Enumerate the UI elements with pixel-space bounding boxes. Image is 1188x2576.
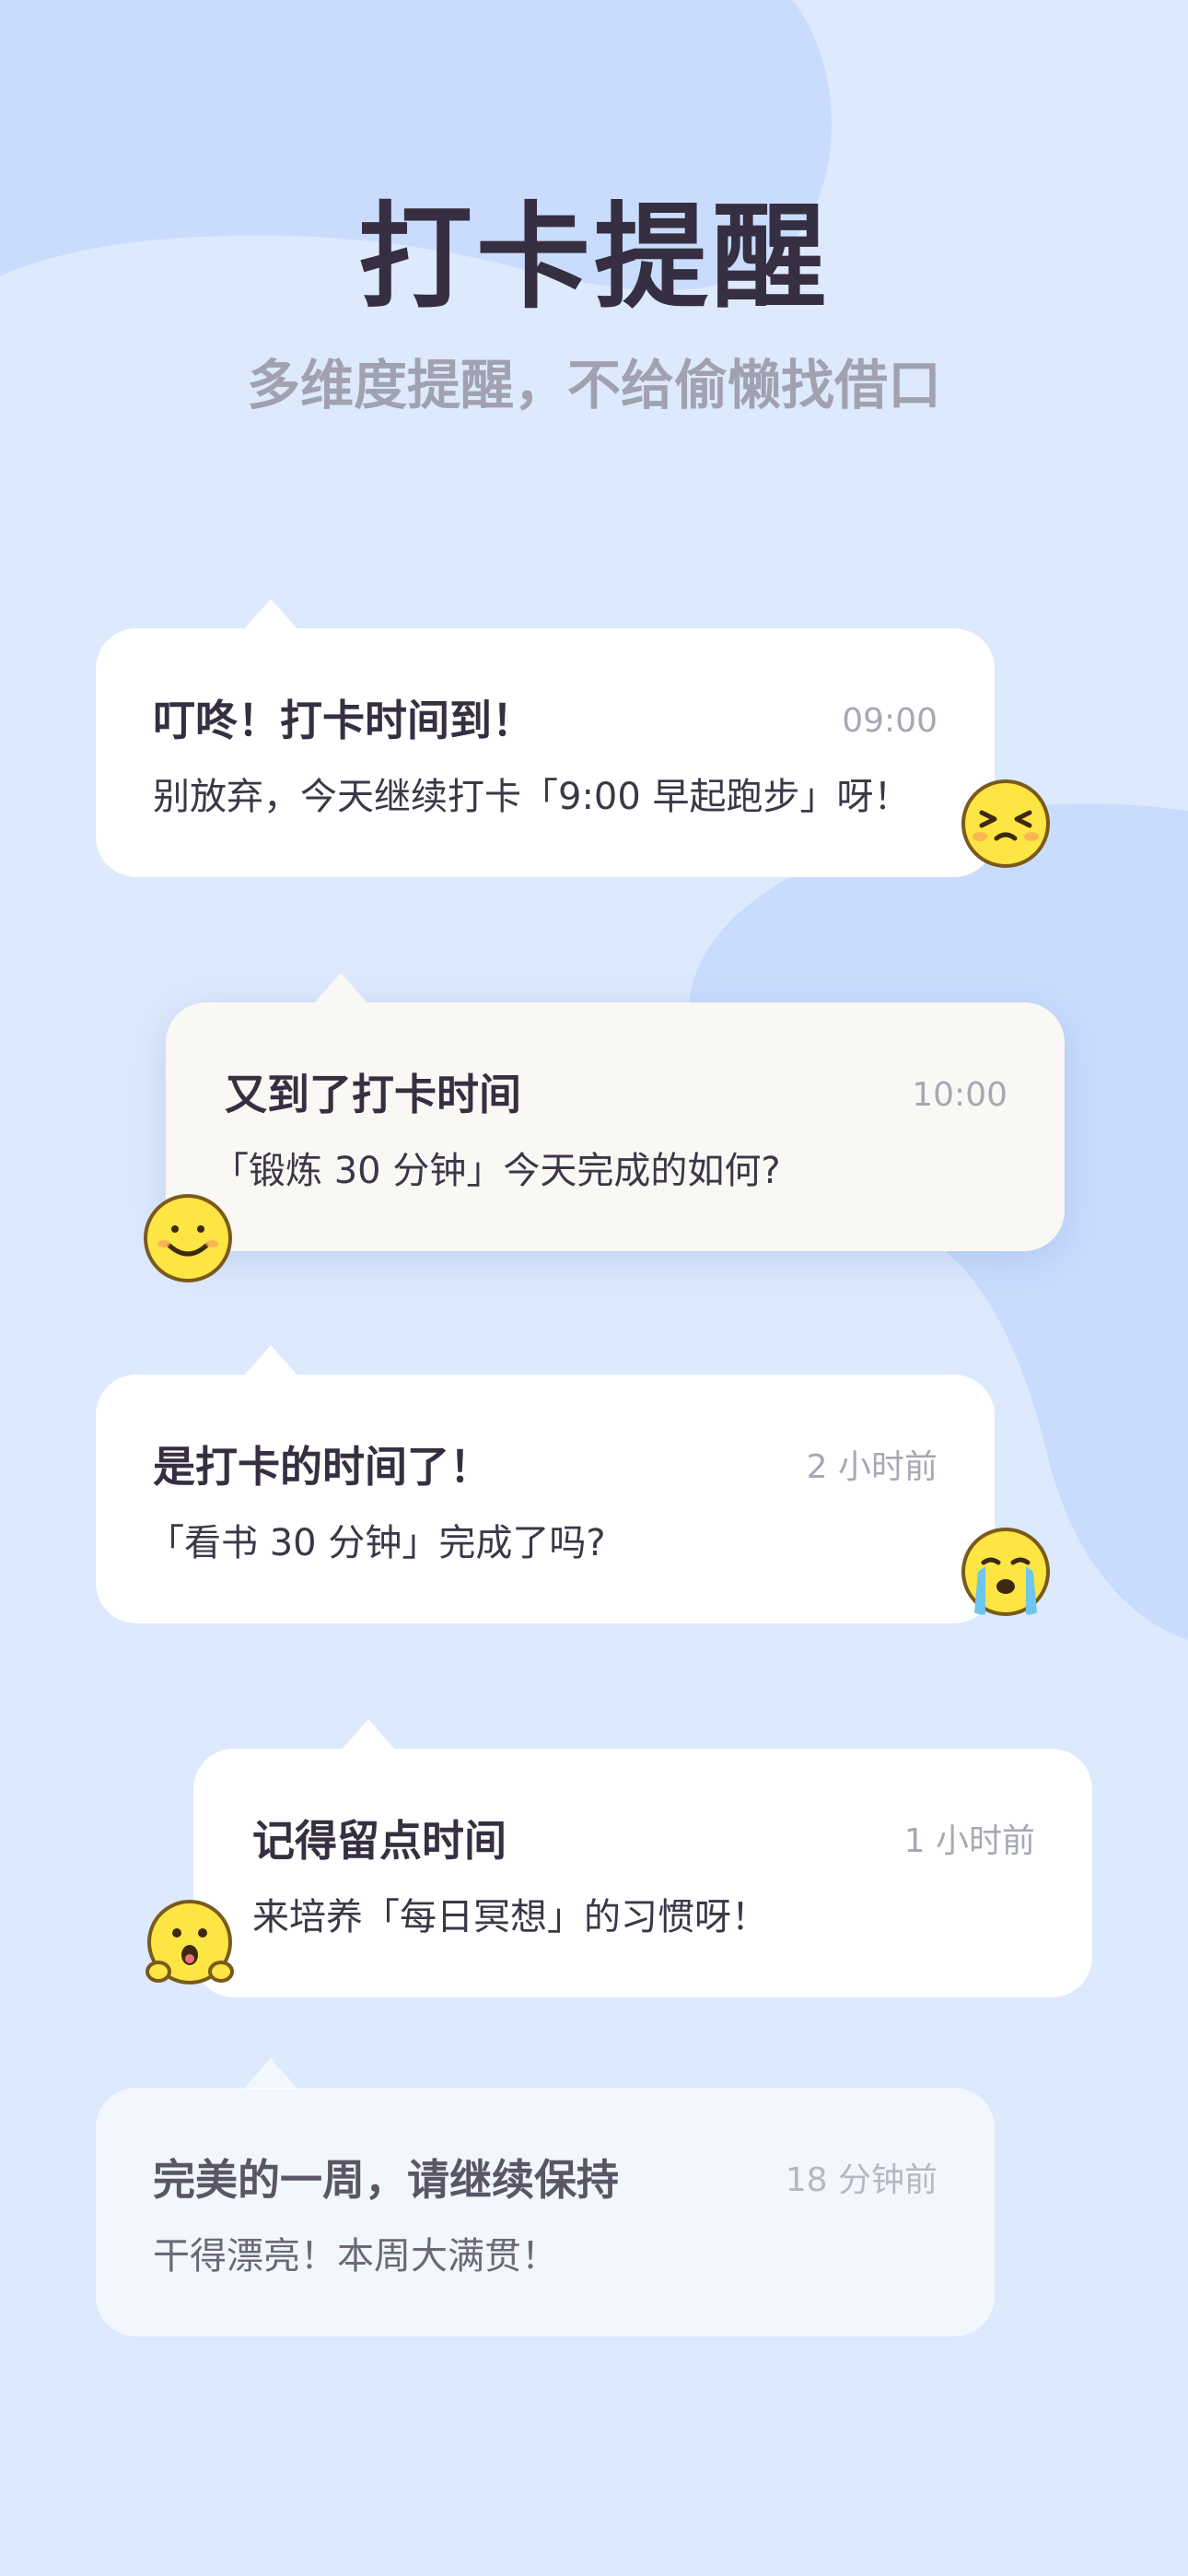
notification-time: 09:00 bbox=[842, 702, 938, 740]
notification-title: 完美的一周，请继续保持 bbox=[153, 2155, 619, 2205]
bubble-tail bbox=[243, 599, 298, 630]
notification-title: 又到了打卡时间 bbox=[225, 1070, 521, 1119]
squinting-face-icon bbox=[961, 779, 1050, 868]
bubble-tail bbox=[313, 973, 368, 1004]
notification-time: 1 小时前 bbox=[903, 1822, 1035, 1860]
notification-title: 叮咚！打卡时间到！ bbox=[153, 696, 534, 745]
notification-card[interactable]: 又到了打卡时间 10:00 「锻炼 30 分钟」今天完成的如何? bbox=[166, 973, 1065, 1251]
page-title: 打卡提醒 bbox=[357, 192, 830, 324]
notification-message: 「锻炼 30 分钟」今天完成的如何? bbox=[212, 1150, 781, 1192]
crying-face-icon bbox=[961, 1528, 1050, 1616]
notification-time: 18 分钟前 bbox=[785, 2161, 938, 2199]
notification-message: 「看书 30 分钟」完成了吗? bbox=[147, 1522, 606, 1564]
bubble-tail bbox=[341, 1719, 396, 1751]
notification-message: 干得漂亮！本周大满贯！ bbox=[153, 2235, 558, 2277]
notification-title: 记得留点时间 bbox=[252, 1816, 507, 1866]
notification-message: 别放弃，今天继续打卡「9:00 早起跑步」呀！ bbox=[153, 776, 911, 818]
bubble-tail bbox=[243, 1345, 298, 1376]
notification-title: 是打卡的时间了！ bbox=[153, 1442, 492, 1492]
bubble-tail bbox=[243, 2058, 298, 2090]
notification-card[interactable]: 完美的一周，请继续保持 18 分钟前 干得漂亮！本周大满贯！ bbox=[96, 2058, 995, 2336]
notification-card[interactable]: 叮咚！打卡时间到！ 09:00 别放弃，今天继续打卡「9:00 早起跑步」呀！ bbox=[96, 599, 995, 877]
notification-card[interactable]: 是打卡的时间了！ 2 小时前 「看书 30 分钟」完成了吗? bbox=[96, 1345, 995, 1623]
notification-card[interactable]: 记得留点时间 1 小时前 来培养「每日冥想」的习惯呀！ bbox=[193, 1719, 1092, 1997]
notification-message: 来培养「每日冥想」的习惯呀！ bbox=[252, 1896, 768, 1938]
smiling-face-icon bbox=[144, 1194, 232, 1282]
page-subtitle: 多维度提醒，不给偷懒找借口 bbox=[246, 354, 941, 416]
surprised-face-icon bbox=[146, 1900, 234, 1985]
notification-time: 2 小时前 bbox=[806, 1448, 938, 1486]
notification-time: 10:00 bbox=[912, 1076, 1007, 1114]
